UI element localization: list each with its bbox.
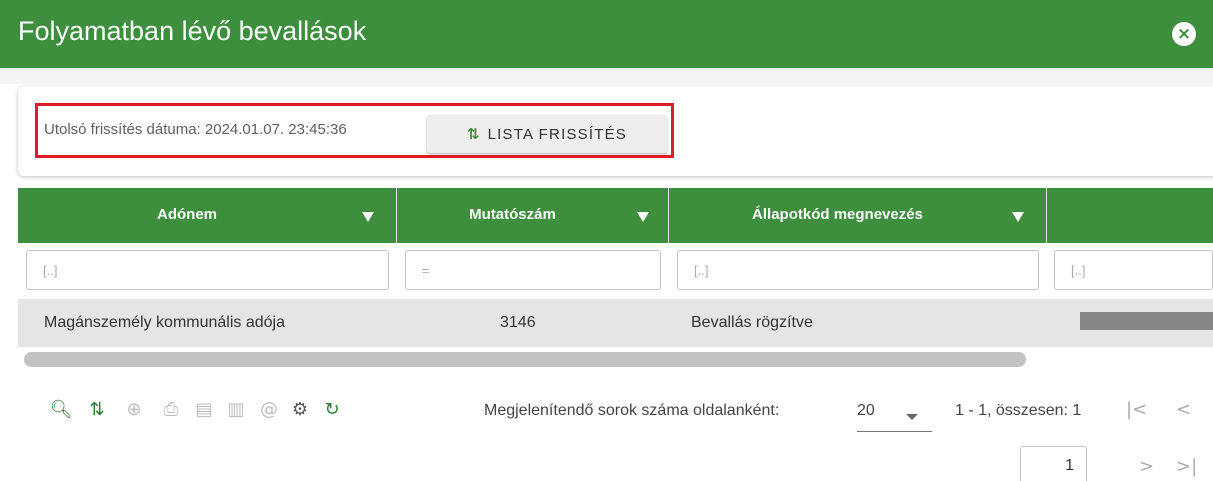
refresh-icon: ⇅: [467, 125, 480, 143]
progress-bar: [1080, 312, 1213, 330]
first-page-icon[interactable]: |<: [1126, 399, 1147, 420]
column-label: Adónem: [157, 206, 217, 223]
cell-mutatoszam: 3146: [500, 314, 536, 331]
filter-icon[interactable]: [1012, 212, 1024, 222]
column-label: Mutatószám: [469, 206, 556, 223]
column-header-allapotkod[interactable]: Állapotkód megnevezés: [669, 188, 1047, 243]
filter-input-4[interactable]: [1054, 250, 1213, 290]
reload-icon[interactable]: ↻: [320, 395, 344, 425]
window-title: Folyamatban lévő bevallások: [18, 16, 367, 46]
column-header-mutatoszam[interactable]: Mutatószám: [397, 188, 669, 243]
column-header-adonem[interactable]: Adónem: [18, 188, 397, 243]
settings-icon[interactable]: ⚙: [288, 395, 312, 425]
next-page-icon[interactable]: >: [1139, 456, 1154, 477]
email-icon[interactable]: @: [257, 395, 281, 425]
grid-header: Adónem Mutatószám Állapotkód megnevezés: [18, 188, 1213, 243]
chevron-down-icon: [906, 414, 918, 420]
filter-icon[interactable]: [637, 212, 649, 222]
title-divider: [0, 68, 1213, 84]
list-refresh-button[interactable]: ⇅ LISTA FRISSÍTÉS: [427, 115, 667, 153]
scrollbar-thumb[interactable]: [24, 352, 1026, 367]
filter-input-mutatoszam[interactable]: [405, 250, 661, 290]
filter-input-adonem[interactable]: [26, 250, 389, 290]
prev-page-icon[interactable]: <: [1176, 399, 1191, 420]
filter-row: [18, 243, 1213, 300]
cell-adonem: Magánszemély kommunális adója: [44, 314, 285, 331]
document-icon[interactable]: ▤: [192, 395, 216, 425]
add-icon[interactable]: ⊕: [122, 395, 146, 425]
page-number-input[interactable]: [1020, 446, 1087, 481]
search-icon[interactable]: 🔍︎: [49, 395, 73, 425]
cell-allapot: Bevallás rögzítve: [691, 314, 813, 331]
refresh-icon[interactable]: ⇅: [85, 395, 109, 425]
filter-icon[interactable]: [362, 212, 374, 222]
range-label: 1 - 1, összesen: 1: [955, 402, 1082, 419]
column-label: Állapotkód megnevezés: [752, 206, 923, 223]
list-refresh-label: LISTA FRISSÍTÉS: [487, 125, 627, 143]
column-header-4[interactable]: [1047, 188, 1213, 243]
last-page-icon[interactable]: >|: [1176, 456, 1197, 477]
rows-per-page-label: Megjelenítendő sorok száma oldalanként:: [484, 402, 780, 419]
rows-per-page-select[interactable]: 20: [857, 402, 932, 432]
excel-icon[interactable]: ▥: [224, 395, 248, 425]
last-update-label: Utolsó frissítés dátuma: 2024.01.07. 23:…: [44, 121, 347, 138]
rows-per-page-value: 20: [857, 402, 875, 419]
close-icon[interactable]: ×: [1172, 22, 1196, 46]
table-row[interactable]: Magánszemély kommunális adója 3146 Beval…: [18, 300, 1213, 347]
title-bar: Folyamatban lévő bevallások ×: [0, 0, 1213, 68]
horizontal-scrollbar[interactable]: [18, 347, 1213, 372]
print-icon[interactable]: ⎙: [159, 395, 183, 425]
filter-input-allapotkod[interactable]: [677, 250, 1039, 290]
